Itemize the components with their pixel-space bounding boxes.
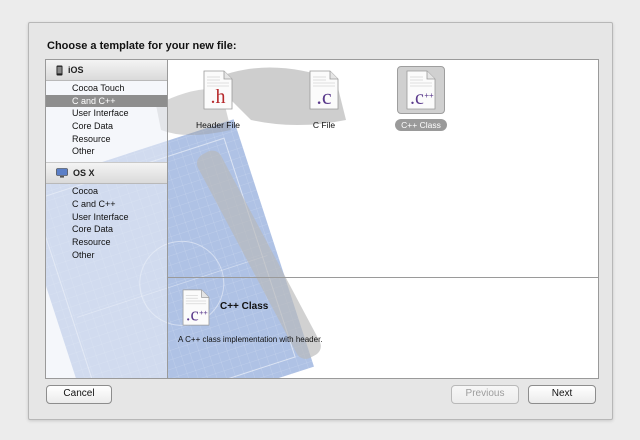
sidebar-section-osx: OS X [46, 162, 167, 185]
previous-button[interactable]: Previous [451, 385, 519, 404]
template-detail: .c ++ C++ Class A C++ class implementati… [168, 278, 598, 378]
sidebar-item-ios-cocoa-touch[interactable]: Cocoa Touch [46, 82, 167, 95]
svg-text:.h: .h [211, 86, 226, 108]
sidebar-item-osx-other[interactable]: Other [46, 249, 167, 262]
sidebar-item-osx-cocoa[interactable]: Cocoa [46, 185, 167, 198]
sidebar-section-label: OS X [73, 168, 95, 179]
template-panel: iOS Cocoa Touch C and C++ User Interface… [45, 59, 599, 379]
template-label: C++ Class [395, 119, 447, 131]
svg-text:.c: .c [410, 87, 424, 109]
sidebar-section-label: iOS [68, 65, 84, 75]
detail-description: A C++ class implementation with header. [178, 335, 323, 344]
sidebar-item-ios-other[interactable]: Other [46, 145, 167, 158]
sidebar-item-osx-c-and-cpp[interactable]: C and C++ [46, 198, 167, 211]
new-file-sheet: Choose a template for your new file: iOS… [28, 22, 613, 420]
template-category-sidebar: iOS Cocoa Touch C and C++ User Interface… [46, 60, 168, 378]
detail-title: C++ Class [220, 301, 269, 312]
sidebar-item-osx-core-data[interactable]: Core Data [46, 223, 167, 236]
svg-text:++: ++ [424, 91, 434, 100]
next-button[interactable]: Next [528, 385, 596, 404]
sidebar-item-ios-c-and-cpp[interactable]: C and C++ [46, 94, 167, 108]
template-cpp-class[interactable]: .c ++ C++ Class [386, 66, 456, 133]
header-file-icon: .h [203, 70, 233, 110]
svg-text:++: ++ [199, 308, 208, 317]
sidebar-item-ios-resource[interactable]: Resource [46, 133, 167, 146]
sidebar-item-osx-resource[interactable]: Resource [46, 236, 167, 249]
c-file-icon: .c [309, 70, 339, 110]
template-label: Header File [196, 120, 240, 130]
svg-text:.c: .c [316, 84, 332, 109]
cpp-file-icon: .c ++ [406, 70, 436, 110]
cancel-button[interactable]: Cancel [46, 385, 112, 404]
finder-icon [56, 168, 68, 178]
template-grid: .h Header File .c C File .c ++ C++ Class [168, 60, 598, 277]
iphone-icon [56, 65, 63, 76]
sidebar-item-ios-user-interface[interactable]: User Interface [46, 107, 167, 120]
template-header-file[interactable]: .h Header File [183, 66, 253, 133]
sidebar-item-osx-user-interface[interactable]: User Interface [46, 211, 167, 224]
sidebar-item-ios-core-data[interactable]: Core Data [46, 120, 167, 133]
sidebar-section-ios: iOS [46, 60, 167, 81]
template-label: C File [312, 120, 336, 130]
dialog-title: Choose a template for your new file: [47, 40, 237, 52]
svg-text:.c: .c [186, 305, 199, 325]
cpp-file-icon: .c ++ [182, 289, 210, 325]
template-c-file[interactable]: .c C File [289, 66, 359, 133]
